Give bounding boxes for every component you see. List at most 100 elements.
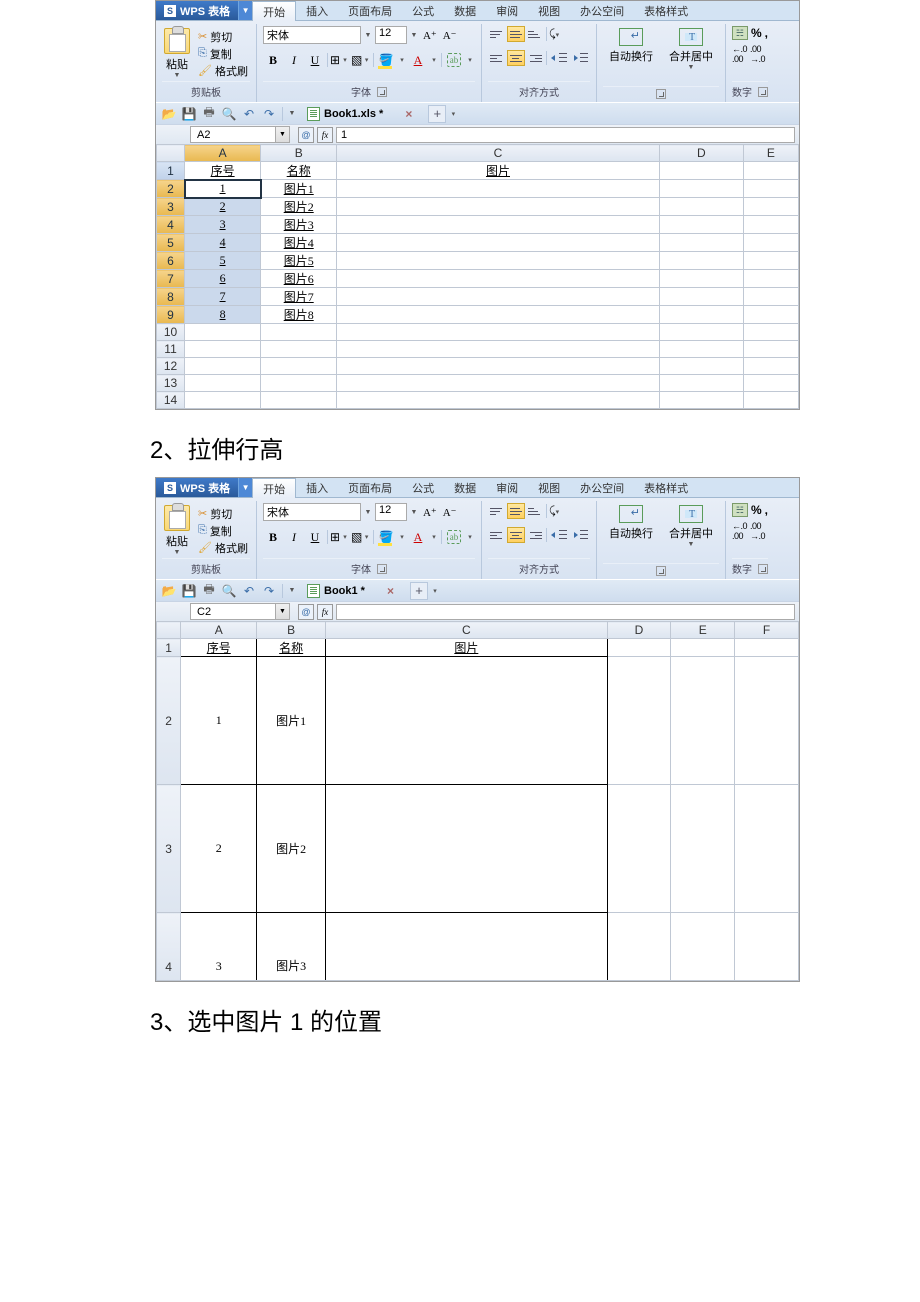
shrink-font-button[interactable]: A⁻ [441, 29, 459, 42]
row-header-8[interactable]: 8 [157, 288, 185, 306]
fill-dd-icon[interactable]: ▾ [397, 56, 407, 64]
increase-indent-button-2[interactable] [570, 526, 590, 544]
cell-C9[interactable] [337, 306, 660, 324]
row-header-2[interactable]: 2 [157, 180, 185, 198]
comma-button-2[interactable]: , [765, 503, 768, 517]
cell-A8[interactable]: 7 [185, 288, 261, 306]
row-header-10[interactable]: 10 [157, 324, 185, 341]
align-left-button[interactable] [488, 50, 506, 66]
format-brush-button[interactable]: 🖌格式刷 [196, 63, 250, 79]
cell-B11[interactable] [261, 341, 337, 358]
namebox-dd-icon[interactable]: ▼ [276, 126, 290, 143]
undo-button[interactable]: ↶ [240, 105, 258, 123]
align-middle-button[interactable] [507, 26, 525, 42]
align-middle-button-2[interactable] [507, 503, 525, 519]
cell-D2-2[interactable] [607, 657, 671, 785]
row-header-3[interactable]: 3 [157, 198, 185, 216]
font-color-button[interactable]: A [408, 51, 428, 69]
cell-C6[interactable] [337, 252, 660, 270]
cell-B9[interactable]: 图片8 [261, 306, 337, 324]
cell-D12[interactable] [659, 358, 743, 375]
cell-A3[interactable]: 2 [185, 198, 261, 216]
cell-D14[interactable] [659, 392, 743, 409]
tab-list-dd-2[interactable]: ▾ [430, 587, 440, 595]
cell-E3-2[interactable] [671, 785, 735, 913]
orientation-button-2[interactable]: ⤹▾ [549, 505, 559, 518]
cell-style-button-2[interactable]: ▧▾ [351, 528, 371, 546]
decrease-indent-button[interactable] [549, 49, 569, 67]
underline-button-2[interactable]: U [305, 528, 325, 546]
name-box-2[interactable]: C2 [190, 603, 276, 620]
qat-more-icon-2[interactable]: ▼ [287, 587, 297, 594]
cell-C5[interactable] [337, 234, 660, 252]
cell-D11[interactable] [659, 341, 743, 358]
cell-C4[interactable] [337, 216, 660, 234]
cell-B2[interactable]: 图片1 [261, 180, 337, 198]
cut-button[interactable]: ✂剪切 [196, 29, 250, 45]
cell-B13[interactable] [261, 375, 337, 392]
cell-A7[interactable]: 6 [185, 270, 261, 288]
number-dialog-launcher-2[interactable] [758, 564, 768, 574]
specchar-dd-icon[interactable]: ▾ [465, 56, 475, 64]
redo-button-2[interactable]: ↷ [260, 582, 278, 600]
font-name-dd-icon[interactable]: ▼ [363, 32, 373, 39]
cell-C2[interactable] [337, 180, 660, 198]
font-size-dd-2[interactable]: ▼ [409, 509, 419, 516]
app-menu-dropdown-2[interactable]: ▼ [238, 478, 252, 497]
cell-B8[interactable]: 图片7 [261, 288, 337, 306]
grow-font-button-2[interactable]: A⁺ [421, 506, 439, 519]
font-dialog-launcher[interactable] [377, 87, 387, 97]
align-right-button-2[interactable] [526, 527, 544, 543]
row-header-4[interactable]: 4 [157, 216, 185, 234]
tab-office[interactable]: 办公空间 [570, 1, 634, 20]
cell-B5[interactable]: 图片4 [261, 234, 337, 252]
cell-A9[interactable]: 8 [185, 306, 261, 324]
tab-list-dd[interactable]: ▾ [448, 110, 458, 118]
insert-ref-button-2[interactable]: @ [298, 604, 314, 620]
row-header-11[interactable]: 11 [157, 341, 185, 358]
cell-E14[interactable] [743, 392, 798, 409]
cell-A4-2[interactable]: 3 [181, 913, 257, 981]
print-button[interactable]: 🖶 [200, 105, 218, 123]
cell-B1-2[interactable]: 名称 [257, 639, 326, 657]
namebox-dd-2[interactable]: ▼ [276, 603, 290, 620]
tab-insert-2[interactable]: 插入 [296, 478, 338, 497]
border-button-2[interactable]: ⊞▾ [330, 528, 350, 546]
increase-decimal-button-2[interactable]: ←.0.00 [732, 521, 747, 541]
increase-decimal-button[interactable]: ←.0.00 [732, 44, 747, 64]
cell-A1-2[interactable]: 序号 [181, 639, 257, 657]
insert-function-button-2[interactable]: fx [317, 604, 333, 620]
print-preview-button[interactable]: 🔍 [220, 105, 238, 123]
cell-F1-2[interactable] [735, 639, 799, 657]
grow-font-button[interactable]: A⁺ [421, 29, 439, 42]
document-tab[interactable]: Book1.xls * × [299, 107, 420, 121]
open-button-2[interactable]: 📂 [160, 582, 178, 600]
row-header-6[interactable]: 6 [157, 252, 185, 270]
align-bottom-button-2[interactable] [526, 503, 544, 519]
col-header-B[interactable]: B [261, 145, 337, 162]
merge-center-button[interactable]: T合并居中▼ [663, 26, 719, 86]
cell-E7[interactable] [743, 270, 798, 288]
font-name-select-2[interactable]: 宋体 [263, 503, 361, 521]
tab-layout[interactable]: 页面布局 [338, 1, 402, 20]
cell-D1[interactable] [659, 162, 743, 180]
cell-A2-2[interactable]: 1 [181, 657, 257, 785]
tab-formula-2[interactable]: 公式 [402, 478, 444, 497]
align-top-button-2[interactable] [488, 503, 506, 519]
close-tab-button-2[interactable]: × [387, 584, 394, 598]
cell-C8[interactable] [337, 288, 660, 306]
col-header-B-2[interactable]: B [257, 622, 326, 639]
align-dialog-launcher[interactable] [656, 89, 666, 99]
tab-office-2[interactable]: 办公空间 [570, 478, 634, 497]
cell-D10[interactable] [659, 324, 743, 341]
align-center-button[interactable] [507, 50, 525, 66]
row-header-1-2[interactable]: 1 [157, 639, 181, 657]
cell-A14[interactable] [185, 392, 261, 409]
cell-C2-2[interactable] [326, 657, 608, 785]
cell-D7[interactable] [659, 270, 743, 288]
cell-E4-2[interactable] [671, 913, 735, 981]
cell-A6[interactable]: 5 [185, 252, 261, 270]
print-preview-button-2[interactable]: 🔍 [220, 582, 238, 600]
specchar-dd-2[interactable]: ▾ [465, 533, 475, 541]
cell-C4-2[interactable] [326, 913, 608, 981]
